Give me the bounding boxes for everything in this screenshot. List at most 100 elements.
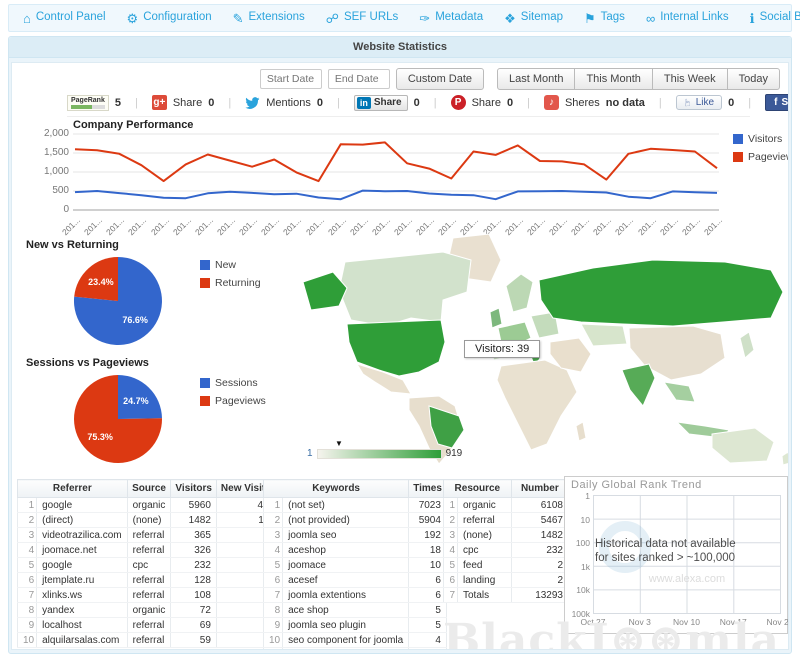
table-row: 1(not set)7023 [264, 498, 447, 513]
end-date-input[interactable] [328, 69, 390, 89]
last-month-button[interactable]: Last Month [497, 68, 575, 90]
cell: joomla seo [283, 528, 409, 543]
start-date-input[interactable] [260, 69, 322, 89]
column-header: Source [127, 480, 171, 498]
linkedin-metric: in Share 0 [354, 95, 420, 111]
table-row: 2referral5467 [444, 513, 569, 528]
nav-item-label: Configuration [143, 12, 211, 24]
map-region-madagascar[interactable] [576, 422, 586, 441]
gear-icon: ⚙ [127, 12, 139, 25]
y-axis-label: 500 [29, 185, 69, 196]
cell: (direct) [37, 513, 127, 528]
column-header: Referrer [18, 480, 128, 498]
twitter-label: Mentions [266, 97, 311, 109]
pen-icon: ✑ [419, 12, 430, 25]
cell: google [37, 558, 127, 573]
cell: videotrazilica.com [37, 528, 127, 543]
nav-item-social-bookmarks[interactable]: ℹSocial Bookmarks [750, 12, 800, 25]
row-index: 9 [264, 618, 283, 633]
like-value: 0 [728, 97, 734, 109]
row-index: 4 [444, 543, 458, 558]
home-icon: ⌂ [23, 12, 31, 25]
alexa-message-line: Historical data not available [595, 537, 785, 551]
this-month-button[interactable]: This Month [574, 68, 652, 90]
map-region-india[interactable] [622, 364, 655, 406]
table-row: 7xlinks.wsreferral10899 [18, 588, 286, 603]
row-index: 9 [18, 618, 37, 633]
map-region-australia[interactable] [712, 428, 774, 463]
nav-item-metadata[interactable]: ✑Metadata [419, 12, 483, 25]
chain-link-icon: ∞ [646, 12, 655, 25]
cell: organic [458, 498, 512, 513]
nav-item-tags[interactable]: ⚑Tags [584, 12, 625, 25]
twitter-value: 0 [317, 97, 323, 109]
this-week-button[interactable]: This Week [652, 68, 728, 90]
sitemap-icon: ❖ [504, 12, 516, 25]
custom-date-button[interactable]: Custom Date [396, 68, 484, 90]
map-region-kazakhstan[interactable] [581, 324, 627, 346]
map-region-alaska[interactable] [303, 272, 347, 310]
like-button[interactable]: ☞ Like [676, 95, 722, 110]
line-chart-plot [73, 133, 719, 211]
date-controls: Custom Date Last MonthThis MonthThis Wee… [260, 68, 780, 90]
cell: cpc [127, 558, 171, 573]
table-row: 2(not provided)5904 [264, 513, 447, 528]
legend-swatch [200, 278, 210, 288]
map-region-uk[interactable] [490, 308, 502, 328]
pie-slice-label: 76.6% [122, 315, 148, 325]
pie-slice-label: 24.7% [123, 396, 149, 406]
cell: ace shop [283, 603, 409, 618]
linkedin-button-label: Share [374, 97, 402, 108]
pie-title: New vs Returning [26, 239, 119, 251]
table-row: 8yandexorganic7248 [18, 603, 286, 618]
linkedin-value: 0 [414, 97, 420, 109]
visitors-world-map[interactable]: Visitors: 39 1 919 ▼ [293, 232, 789, 468]
facebook-share-button[interactable]: f Share [765, 94, 789, 111]
nav-item-configuration[interactable]: ⚙ Configuration [127, 12, 212, 25]
thumbs-up-icon: ☞ [683, 98, 694, 107]
pinterest-metric: P Share 0 [451, 95, 513, 110]
music-note-icon: ♪ [544, 95, 559, 110]
pinterest-value: 0 [507, 97, 513, 109]
googleplus-icon: g+ [152, 95, 167, 110]
cell: alquilarsalas.com [37, 633, 127, 648]
visitors-line [75, 191, 717, 200]
cell: referral [127, 633, 171, 648]
nav-item-sef-urls[interactable]: ☍SEF URLs [326, 12, 399, 25]
linkedin-share-button[interactable]: in Share [354, 95, 408, 111]
nav-item-internal-links[interactable]: ∞Internal Links [646, 12, 729, 25]
cell: (none) [127, 513, 171, 528]
cell: seo component for joomla [283, 633, 409, 648]
table-row: 10seo component for joomla4 [264, 633, 447, 648]
row-index: 6 [444, 573, 458, 588]
table-row: 5googlecpc232179 [18, 558, 286, 573]
pinterest-label: Share [472, 97, 501, 109]
table-row: 9localhostreferral6938 [18, 618, 286, 633]
cell: 5 [409, 603, 447, 618]
cell: 5960 [171, 498, 217, 513]
table-row: 3(none)1482 [444, 528, 569, 543]
nav-item-control-panel[interactable]: ⌂Control Panel [23, 12, 106, 25]
cell: joomla extentions [283, 588, 409, 603]
nav-item-sitemap[interactable]: ❖ Sitemap [504, 12, 563, 25]
range-buttons: Last MonthThis MonthThis WeekToday [498, 68, 780, 90]
cell: 6 [409, 588, 447, 603]
nav-item-extensions[interactable]: ✎Extensions [233, 12, 305, 25]
map-region-russia[interactable] [539, 260, 783, 326]
nav-item-label: Sitemap [521, 12, 563, 24]
cell: referral [127, 528, 171, 543]
table-row: 4cpc232 [444, 543, 569, 558]
map-region-scandinavia[interactable] [506, 274, 533, 312]
map-region-canada[interactable] [339, 252, 471, 326]
y-axis-label: 1,500 [29, 147, 69, 158]
cell: 5467 [511, 513, 568, 528]
cell: 232 [511, 543, 568, 558]
map-region-southeast-asia[interactable] [664, 382, 695, 402]
map-region-africa[interactable] [497, 360, 577, 450]
map-region-japan[interactable] [740, 332, 754, 358]
today-button[interactable]: Today [727, 68, 780, 90]
map-region-new-zealand[interactable] [782, 452, 789, 465]
cell: (not provided) [283, 513, 409, 528]
cell: cpc [458, 543, 512, 558]
y-axis-label: 2,000 [29, 128, 69, 139]
